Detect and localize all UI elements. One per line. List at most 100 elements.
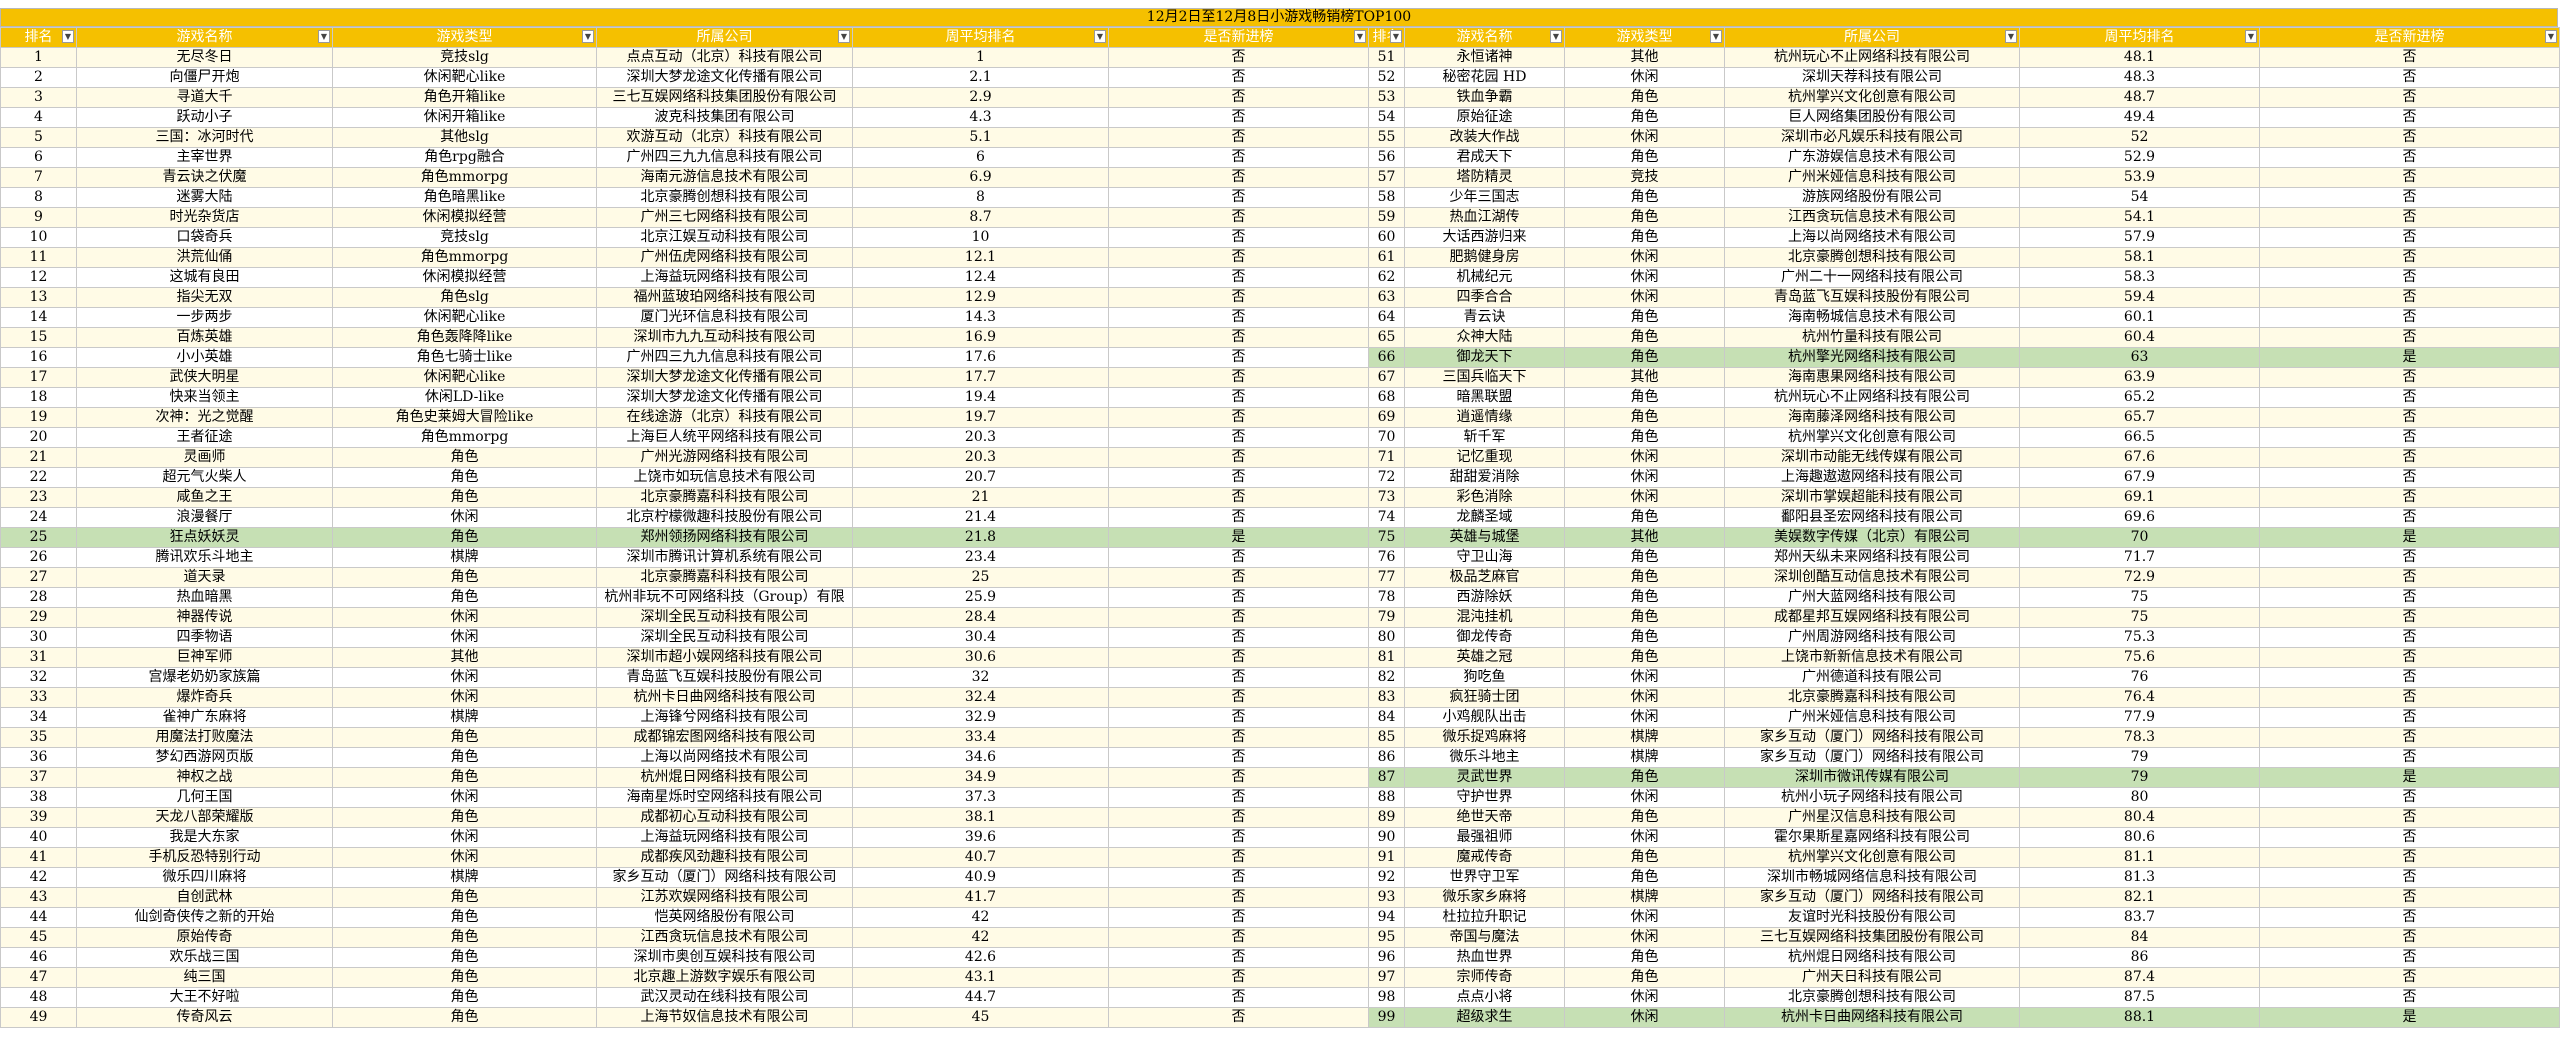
cell-rank[interactable]: 29 [0,607,77,628]
cell-rank[interactable]: 90 [1368,827,1405,848]
cell-avg-rank[interactable]: 63.9 [2019,367,2260,388]
cell-game-type[interactable]: 休闲 [332,627,597,648]
cell-game-type[interactable]: 角色 [1564,947,1725,968]
cell-game-name[interactable]: 四季合合 [1404,287,1565,308]
cell-game-name[interactable]: 这城有良田 [76,267,333,288]
cell-is-new[interactable]: 否 [2259,427,2560,448]
cell-company[interactable]: 成都疾风劲趣科技有限公司 [596,847,853,868]
cell-avg-rank[interactable]: 25.9 [852,587,1109,608]
cell-company[interactable]: 杭州竹量科技有限公司 [1724,327,2020,348]
cell-rank[interactable]: 60 [1368,227,1405,248]
cell-company[interactable]: 深圳市九九互动科技有限公司 [596,327,853,348]
cell-game-type[interactable]: 角色 [332,887,597,908]
cell-is-new[interactable]: 否 [2259,747,2560,768]
dropdown-arrow-icon[interactable]: ▼ [838,30,850,43]
cell-game-name[interactable]: 龙麟圣域 [1404,507,1565,528]
cell-avg-rank[interactable]: 37.3 [852,787,1109,808]
cell-avg-rank[interactable]: 70 [2019,527,2260,548]
cell-avg-rank[interactable]: 45 [852,1007,1109,1028]
cell-game-name[interactable]: 记忆重现 [1404,447,1565,468]
cell-company[interactable]: 北京豪腾创想科技有限公司 [1724,247,2020,268]
cell-game-name[interactable]: 小小英雄 [76,347,333,368]
cell-company[interactable]: 杭州焜日网络科技有限公司 [596,767,853,788]
cell-game-type[interactable]: 角色 [332,807,597,828]
cell-is-new[interactable]: 否 [1108,387,1369,408]
cell-game-name[interactable]: 道天录 [76,567,333,588]
cell-is-new[interactable]: 否 [1108,567,1369,588]
cell-game-type[interactable]: 角色 [1564,87,1725,108]
cell-game-type[interactable]: 角色 [1564,187,1725,208]
cell-game-name[interactable]: 无尽冬日 [76,47,333,68]
cell-is-new[interactable]: 是 [2259,1007,2560,1028]
cell-is-new[interactable]: 否 [2259,367,2560,388]
cell-rank[interactable]: 28 [0,587,77,608]
cell-game-type[interactable]: 角色七骑士like [332,347,597,368]
cell-game-type[interactable]: 休闲 [1564,1007,1725,1028]
cell-is-new[interactable]: 否 [2259,607,2560,628]
cell-avg-rank[interactable]: 63 [2019,347,2260,368]
cell-game-name[interactable]: 御龙传奇 [1404,627,1565,648]
cell-game-name[interactable]: 浪漫餐厅 [76,507,333,528]
cell-company[interactable]: 广州米娅信息科技有限公司 [1724,167,2020,188]
cell-game-type[interactable]: 休闲 [1564,267,1725,288]
cell-company[interactable]: 上饶市如玩信息技术有限公司 [596,467,853,488]
cell-game-name[interactable]: 原始征途 [1404,107,1565,128]
cell-rank[interactable]: 62 [1368,267,1405,288]
cell-rank[interactable]: 13 [0,287,77,308]
cell-game-type[interactable]: 休闲开箱like [332,107,597,128]
cell-is-new[interactable]: 否 [2259,567,2560,588]
cell-game-type[interactable]: 角色 [332,947,597,968]
cell-company[interactable]: 杭州掌兴文化创意有限公司 [1724,847,2020,868]
cell-is-new[interactable]: 否 [1108,127,1369,148]
cell-avg-rank[interactable]: 80.6 [2019,827,2260,848]
cell-is-new[interactable]: 否 [1108,147,1369,168]
cell-is-new[interactable]: 否 [1108,447,1369,468]
cell-company[interactable]: 广州周游网络科技有限公司 [1724,627,2020,648]
cell-company[interactable]: 海南星烁时空网络科技有限公司 [596,787,853,808]
cell-is-new[interactable]: 否 [2259,647,2560,668]
cell-is-new[interactable]: 否 [1108,947,1369,968]
cell-is-new[interactable]: 否 [2259,387,2560,408]
col-header-game-name[interactable]: 游戏名称 ▼ [76,27,333,48]
cell-rank[interactable]: 73 [1368,487,1405,508]
cell-rank[interactable]: 94 [1368,907,1405,928]
cell-game-type[interactable]: 角色 [332,527,597,548]
cell-is-new[interactable]: 否 [2259,127,2560,148]
cell-game-name[interactable]: 欢乐战三国 [76,947,333,968]
cell-game-type[interactable]: 角色 [332,727,597,748]
cell-game-type[interactable]: 角色 [332,927,597,948]
cell-avg-rank[interactable]: 65.2 [2019,387,2260,408]
cell-game-name[interactable]: 神器传说 [76,607,333,628]
cell-company[interactable]: 郑州天纵未来网络科技有限公司 [1724,547,2020,568]
cell-company[interactable]: 海南元游信息技术有限公司 [596,167,853,188]
cell-avg-rank[interactable]: 84 [2019,927,2260,948]
cell-is-new[interactable]: 否 [2259,987,2560,1008]
cell-game-name[interactable]: 跃动小子 [76,107,333,128]
cell-game-type[interactable]: 竞技slg [332,227,597,248]
cell-rank[interactable]: 77 [1368,567,1405,588]
cell-rank[interactable]: 35 [0,727,77,748]
cell-rank[interactable]: 86 [1368,747,1405,768]
cell-rank[interactable]: 38 [0,787,77,808]
cell-game-type[interactable]: 角色 [332,1007,597,1028]
cell-game-name[interactable]: 微乐斗地主 [1404,747,1565,768]
cell-company[interactable]: 广州米娅信息科技有限公司 [1724,707,2020,728]
cell-avg-rank[interactable]: 60.1 [2019,307,2260,328]
cell-company[interactable]: 江西贪玩信息技术有限公司 [596,927,853,948]
cell-game-name[interactable]: 青云诀之伏魔 [76,167,333,188]
cell-game-name[interactable]: 雀神广东麻将 [76,707,333,728]
cell-company[interactable]: 杭州卡日曲网络科技有限公司 [596,687,853,708]
cell-is-new[interactable]: 否 [1108,927,1369,948]
dropdown-arrow-icon[interactable]: ▼ [1354,30,1366,43]
cell-game-name[interactable]: 混沌挂机 [1404,607,1565,628]
cell-company[interactable]: 北京豪腾嘉科科技有限公司 [596,487,853,508]
cell-avg-rank[interactable]: 12.1 [852,247,1109,268]
cell-company[interactable]: 深圳全民互动科技有限公司 [596,627,853,648]
cell-is-new[interactable]: 否 [1108,727,1369,748]
cell-game-type[interactable]: 休闲 [1564,787,1725,808]
cell-game-type[interactable]: 角色 [1564,327,1725,348]
cell-is-new[interactable]: 否 [2259,587,2560,608]
cell-avg-rank[interactable]: 78.3 [2019,727,2260,748]
cell-avg-rank[interactable]: 75.6 [2019,647,2260,668]
cell-rank[interactable]: 93 [1368,887,1405,908]
